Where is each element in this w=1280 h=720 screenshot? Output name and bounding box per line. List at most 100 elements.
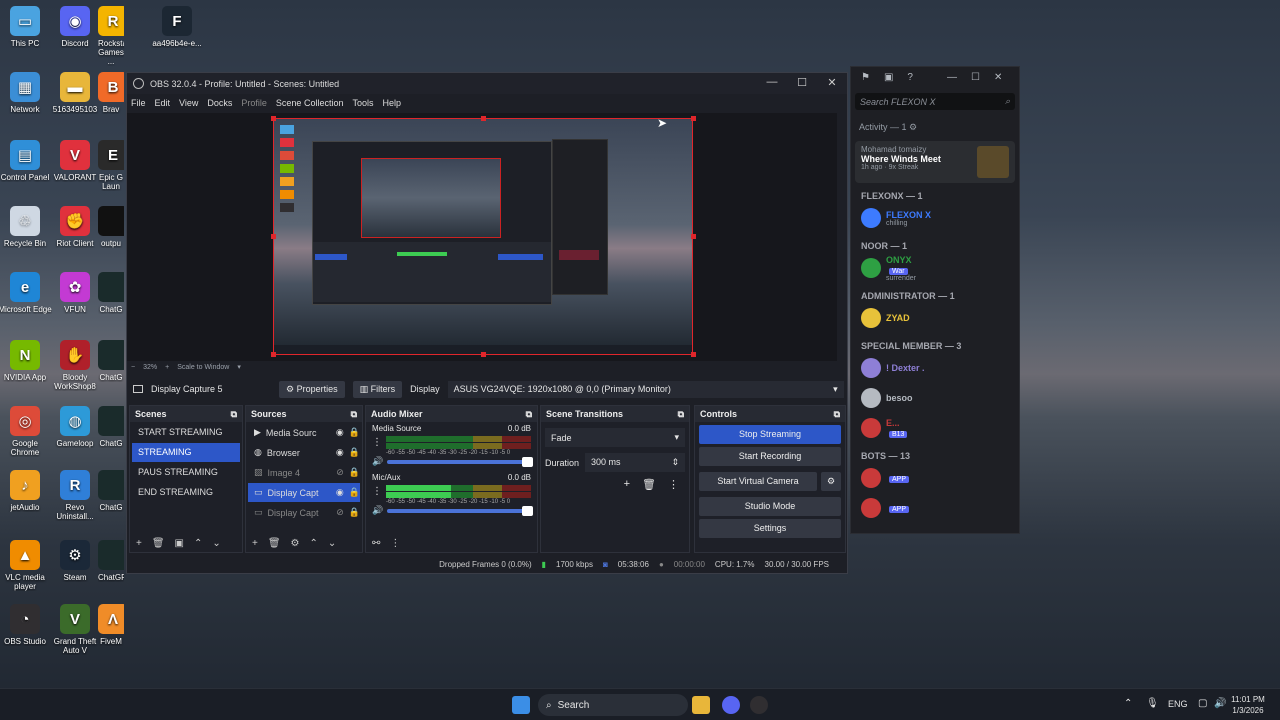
- desktop-icon[interactable]: Faa496b4e-e...: [150, 6, 204, 48]
- close-button[interactable]: ✕: [817, 76, 847, 89]
- source-item[interactable]: ▭ Display Capt ⊘ 🔒: [248, 503, 360, 522]
- member-row[interactable]: ONYX War surrender: [851, 253, 1019, 283]
- minimize-button[interactable]: —: [947, 72, 957, 83]
- spinner-icon[interactable]: ⇕: [671, 453, 679, 472]
- volume-slider[interactable]: [387, 456, 533, 467]
- desktop-icon[interactable]: B Brav: [98, 72, 124, 114]
- resize-handle[interactable]: [691, 352, 696, 357]
- up-icon[interactable]: ⌃: [310, 538, 318, 549]
- undock-icon[interactable]: ⧉: [351, 409, 357, 420]
- minimize-button[interactable]: —: [757, 76, 787, 88]
- start-recording-button[interactable]: Start Recording: [699, 447, 841, 466]
- member-row[interactable]: APP: [851, 463, 1019, 493]
- source-item[interactable]: ▭ Display Capt ◉ 🔒: [248, 483, 360, 502]
- source-item[interactable]: ▨ Image 4 ⊘ 🔒: [248, 463, 360, 482]
- member-row[interactable]: FLEXON Xchilling: [851, 203, 1019, 233]
- properties-button[interactable]: ⚙ Properties: [279, 380, 345, 398]
- speaker-icon[interactable]: 🔊: [372, 505, 383, 516]
- desktop-icon[interactable]: e Microsoft Edge: [0, 272, 52, 314]
- undock-icon[interactable]: ⧉: [526, 409, 532, 420]
- kebab-icon[interactable]: ⋮: [390, 538, 400, 549]
- desktop-icon[interactable]: ▤ Control Panel: [0, 140, 52, 182]
- start-virtual-camera-button[interactable]: Start Virtual Camera: [699, 472, 817, 491]
- start-icon[interactable]: [512, 696, 530, 714]
- trash-icon[interactable]: 🗑: [152, 538, 165, 549]
- lock-icon[interactable]: 🔒: [349, 467, 360, 478]
- display-select[interactable]: ASUS VG24VQE: 1920x1080 @ 0,0 (Primary M…: [447, 380, 844, 398]
- network-icon[interactable]: ▢: [1198, 698, 1207, 709]
- transition-select[interactable]: Fade ▾: [545, 428, 685, 447]
- desktop-icon[interactable]: ◔ OBS Studio: [0, 604, 52, 646]
- desktop-icon[interactable]: ChatG: [98, 406, 124, 448]
- desktop-icon[interactable]: Λ FiveM: [98, 604, 124, 646]
- scene-item[interactable]: STREAMING: [132, 443, 240, 462]
- member-row[interactable]: APP: [851, 493, 1019, 523]
- undock-icon[interactable]: ⧉: [678, 409, 684, 420]
- discord-icon[interactable]: [722, 696, 740, 714]
- desktop-icon[interactable]: ⚙ Steam: [48, 540, 102, 582]
- eye-off-icon[interactable]: ⊘: [336, 467, 344, 478]
- add-icon[interactable]: +: [624, 478, 630, 491]
- desktop-icon[interactable]: ChatG: [98, 470, 124, 512]
- desktop-icon[interactable]: ◉ Discord: [48, 6, 102, 48]
- kebab-icon[interactable]: ⋮: [372, 437, 382, 448]
- eye-icon[interactable]: ◉: [336, 447, 344, 458]
- desktop-icon[interactable]: ♪ jetAudio: [0, 470, 52, 512]
- resize-handle[interactable]: [691, 116, 696, 121]
- source-item[interactable]: ◍ Browser ◉ 🔒: [248, 443, 360, 462]
- speaker-icon[interactable]: 🔊: [372, 456, 383, 467]
- desktop-icon[interactable]: ◍ Gameloop: [48, 406, 102, 448]
- lock-icon[interactable]: 🔒: [349, 427, 360, 438]
- microphone-icon[interactable]: 🎙: [1146, 698, 1159, 709]
- zoom-mode[interactable]: Scale to Window: [177, 364, 229, 371]
- desktop-icon[interactable]: ▭ This PC: [0, 6, 52, 48]
- eye-off-icon[interactable]: ⊘: [336, 507, 344, 518]
- resize-handle[interactable]: [481, 352, 486, 357]
- kebab-icon[interactable]: ⋮: [372, 486, 382, 497]
- desktop-icon[interactable]: outpu: [98, 206, 124, 248]
- discord-search[interactable]: Search FLEXON X ⌕: [855, 93, 1015, 110]
- source-item[interactable]: ▶ Media Sourc ◉ 🔒: [248, 423, 360, 442]
- obs-icon[interactable]: [750, 696, 768, 714]
- obs-titlebar[interactable]: OBS 32.0.4 - Profile: Untitled - Scenes:…: [127, 73, 847, 94]
- volume-icon[interactable]: 🔊: [1214, 698, 1226, 709]
- desktop-icon[interactable]: ✊ Riot Client: [48, 206, 102, 248]
- menu-edit[interactable]: Edit: [155, 98, 171, 108]
- lock-icon[interactable]: 🔒: [349, 507, 360, 518]
- menu-scene-collection[interactable]: Scene Collection: [276, 98, 344, 108]
- add-icon[interactable]: +: [252, 538, 258, 549]
- lock-icon[interactable]: 🔒: [349, 447, 360, 458]
- menu-help[interactable]: Help: [382, 98, 401, 108]
- chevron-down-icon[interactable]: ▾: [237, 363, 241, 371]
- lock-icon[interactable]: 🔒: [349, 487, 360, 498]
- desktop-icon[interactable]: ChatG: [98, 340, 124, 382]
- member-row[interactable]: besoo: [851, 383, 1019, 413]
- trash-icon[interactable]: 🗑: [268, 538, 281, 549]
- desktop-icon[interactable]: ChatG: [98, 272, 124, 314]
- eye-icon[interactable]: ◉: [336, 427, 344, 438]
- volume-slider-knob[interactable]: [522, 505, 533, 516]
- member-row[interactable]: ZYAD: [851, 303, 1019, 333]
- desktop-icon[interactable]: ♲ Recycle Bin: [0, 206, 52, 248]
- menu-profile[interactable]: Profile: [241, 98, 267, 108]
- down-icon[interactable]: ⌄: [328, 538, 336, 549]
- help-icon[interactable]: ?: [907, 72, 913, 83]
- preview-area[interactable]: [127, 113, 837, 361]
- tray-chevron-icon[interactable]: ⌃: [1124, 698, 1132, 709]
- desktop-icon[interactable]: V VALORANT: [48, 140, 102, 182]
- menu-tools[interactable]: Tools: [352, 98, 373, 108]
- undock-icon[interactable]: ⧉: [834, 409, 840, 420]
- scene-item[interactable]: END STREAMING: [132, 483, 240, 502]
- resize-handle[interactable]: [691, 234, 696, 239]
- scene-item[interactable]: PAUS STREAMING: [132, 463, 240, 482]
- activity-card[interactable]: Mohamad tomaizy Where Winds Meet 1h ago …: [855, 141, 1015, 183]
- desktop-icon[interactable]: N NVIDIA App: [0, 340, 52, 382]
- volume-slider[interactable]: [387, 505, 533, 516]
- duration-input[interactable]: 300 ms ⇕: [585, 453, 685, 472]
- member-row[interactable]: ! Dexter .: [851, 353, 1019, 383]
- desktop-icon[interactable]: R Rockstar Games ...: [98, 6, 124, 66]
- maximize-button[interactable]: ☐: [787, 76, 817, 89]
- kebab-icon[interactable]: ⋮: [668, 478, 679, 491]
- resize-handle[interactable]: [271, 352, 276, 357]
- desktop-icon[interactable]: E Epic G Laun: [98, 140, 124, 191]
